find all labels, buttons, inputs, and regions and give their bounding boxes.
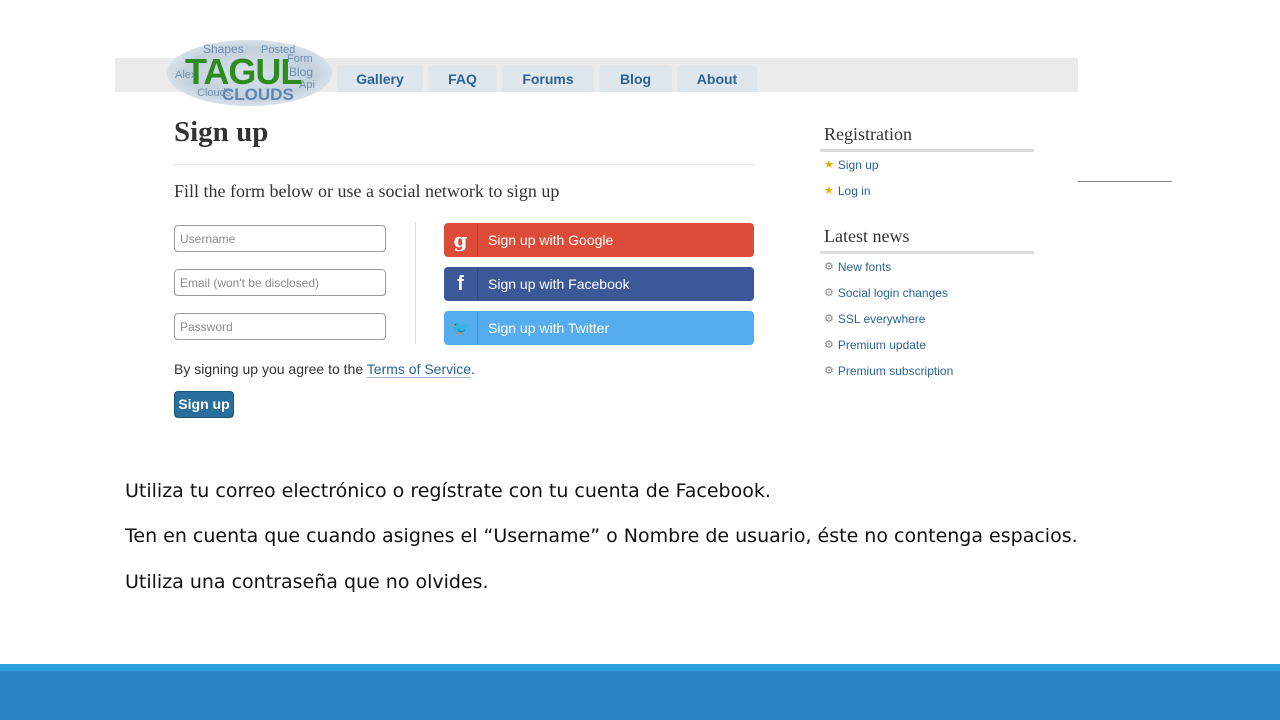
facebook-signup-button[interactable]: f Sign up with Facebook	[444, 267, 754, 301]
embedded-screenshot: Shapes Alex Posted Blog Api Form Clouds …	[115, 40, 1078, 430]
terms-text: By signing up you agree to the Terms of …	[174, 361, 475, 378]
form-lead-text: Fill the form below or use a social netw…	[174, 181, 560, 201]
registration-heading: Registration	[824, 124, 912, 144]
logo-word: Api	[299, 79, 315, 91]
registration-rule	[820, 149, 1034, 152]
terms-of-service-link[interactable]: Terms of Service	[366, 361, 472, 378]
news-item-label: Premium subscription	[837, 364, 954, 378]
sign-up-button[interactable]: Sign up	[174, 391, 234, 418]
gear-icon: ⚙	[824, 261, 834, 273]
gear-icon: ⚙	[824, 287, 834, 299]
divider	[174, 164, 754, 165]
vertical-divider	[415, 222, 416, 344]
caption-line-1: Utiliza tu correo electrónico o regístra…	[125, 480, 771, 502]
star-icon: ★	[824, 185, 834, 197]
footer-accent-bar	[0, 664, 1280, 671]
footer-bar	[0, 671, 1280, 720]
news-item-social-login[interactable]: ⚙ Social login changes	[824, 286, 948, 300]
twitter-signup-label: Sign up with Twitter	[488, 320, 610, 336]
password-input[interactable]	[174, 313, 386, 340]
nav-tabs: Gallery FAQ Forums Blog About	[337, 65, 757, 92]
twitter-icon: 🐦	[444, 311, 478, 345]
facebook-icon: f	[444, 267, 478, 301]
sidebar-item-label: Sign up	[837, 158, 879, 172]
sidebar-item-label: Log in	[837, 184, 871, 198]
page-title: Sign up	[174, 116, 269, 148]
google-signup-label: Sign up with Google	[488, 232, 614, 248]
gear-icon: ⚙	[824, 365, 834, 377]
email-input[interactable]	[174, 269, 386, 296]
news-item-premium-update[interactable]: ⚙ Premium update	[824, 338, 926, 352]
facebook-signup-label: Sign up with Facebook	[488, 276, 630, 292]
tab-forums[interactable]: Forums	[502, 65, 594, 92]
google-signup-button[interactable]: g Sign up with Google	[444, 223, 754, 257]
news-item-premium-subscription[interactable]: ⚙ Premium subscription	[824, 364, 953, 378]
news-item-label: SSL everywhere	[837, 312, 926, 326]
tab-blog[interactable]: Blog	[599, 65, 672, 92]
tab-about[interactable]: About	[677, 65, 757, 92]
tagul-logo[interactable]: Shapes Alex Posted Blog Api Form Clouds …	[167, 40, 332, 106]
gear-icon: ⚙	[824, 339, 834, 351]
news-rule	[820, 251, 1034, 254]
google-icon: g	[444, 223, 478, 257]
logo-subtitle: CLOUDS	[222, 85, 294, 104]
sidebar-item-log-in[interactable]: ★ Log in	[824, 184, 871, 198]
gear-icon: ⚙	[824, 313, 834, 325]
news-item-label: New fonts	[837, 260, 892, 274]
sidebar-item-sign-up[interactable]: ★ Sign up	[824, 158, 879, 172]
news-item-label: Social login changes	[837, 286, 948, 300]
news-item-new-fonts[interactable]: ⚙ New fonts	[824, 260, 891, 274]
terms-suffix: .	[471, 361, 475, 377]
terms-prefix: By signing up you agree to the	[174, 361, 367, 377]
tab-gallery[interactable]: Gallery	[337, 65, 423, 92]
username-input[interactable]	[174, 225, 386, 252]
latest-news-heading: Latest news	[824, 226, 910, 246]
twitter-signup-button[interactable]: 🐦 Sign up with Twitter	[444, 311, 754, 345]
star-icon: ★	[824, 159, 834, 171]
news-item-ssl[interactable]: ⚙ SSL everywhere	[824, 312, 925, 326]
news-item-label: Premium update	[837, 338, 926, 352]
caption-line-2: Ten en cuenta que cuando asignes el “Use…	[125, 525, 1078, 547]
stray-line	[1078, 181, 1172, 182]
tab-faq[interactable]: FAQ	[428, 65, 497, 92]
caption-line-3: Utiliza una contraseña que no olvides.	[125, 571, 489, 593]
